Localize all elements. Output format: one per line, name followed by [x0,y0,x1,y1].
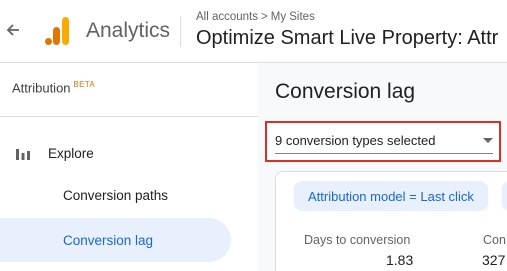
metric-value-conversions: 327 [482,252,506,268]
attribution-model-chip[interactable]: Attribution model = Last click [294,181,488,211]
main-content: Conversion lag 9 conversion types select… [258,63,507,271]
beta-badge: BETA [73,80,96,89]
sidebar-item-label: Explore [48,145,94,161]
header-divider [180,16,181,47]
metric-label-conversions: Con [483,233,506,247]
sidebar-item-conversion-paths[interactable]: Conversion paths [0,173,231,217]
breadcrumb[interactable]: All accounts > My Sites [196,11,315,23]
app-title: Analytics [86,19,171,42]
select-value: 9 conversion types selected [275,133,436,148]
bar-chart-icon [16,146,30,160]
sidebar-section-attribution: Attribution BETA [12,80,95,95]
report-card: Attribution model = Last click Days to c… [275,171,507,271]
secondary-chip[interactable] [502,181,507,211]
page-title: Conversion lag [275,80,416,103]
property-selector[interactable]: Optimize Smart Live Property: Attr [196,27,498,50]
analytics-logo-icon[interactable] [44,16,70,46]
arrow-left-icon[interactable] [4,21,22,39]
sidebar: Attribution BETA Explore Conversion paths… [0,63,258,271]
sidebar-item-explore[interactable]: Explore [16,143,94,163]
breadcrumb-separator: > [261,11,268,23]
sidebar-divider [0,116,258,117]
sidebar-item-conversion-lag[interactable]: Conversion lag [0,218,231,262]
sidebar-section-label: Attribution [12,80,71,96]
metric-label-days-to-conversion: Days to conversion [304,233,411,247]
dropdown-arrow-icon[interactable] [483,138,493,143]
select-field[interactable]: 9 conversion types selected [275,130,493,154]
breadcrumb-my-sites[interactable]: My Sites [271,11,315,23]
metric-value-days-to-conversion: 1.83 [386,252,414,268]
app-header: Analytics All accounts > My Sites Optimize… [0,0,507,63]
conversion-types-select[interactable]: 9 conversion types selected [265,121,501,162]
breadcrumb-all-accounts[interactable]: All accounts [196,11,258,23]
